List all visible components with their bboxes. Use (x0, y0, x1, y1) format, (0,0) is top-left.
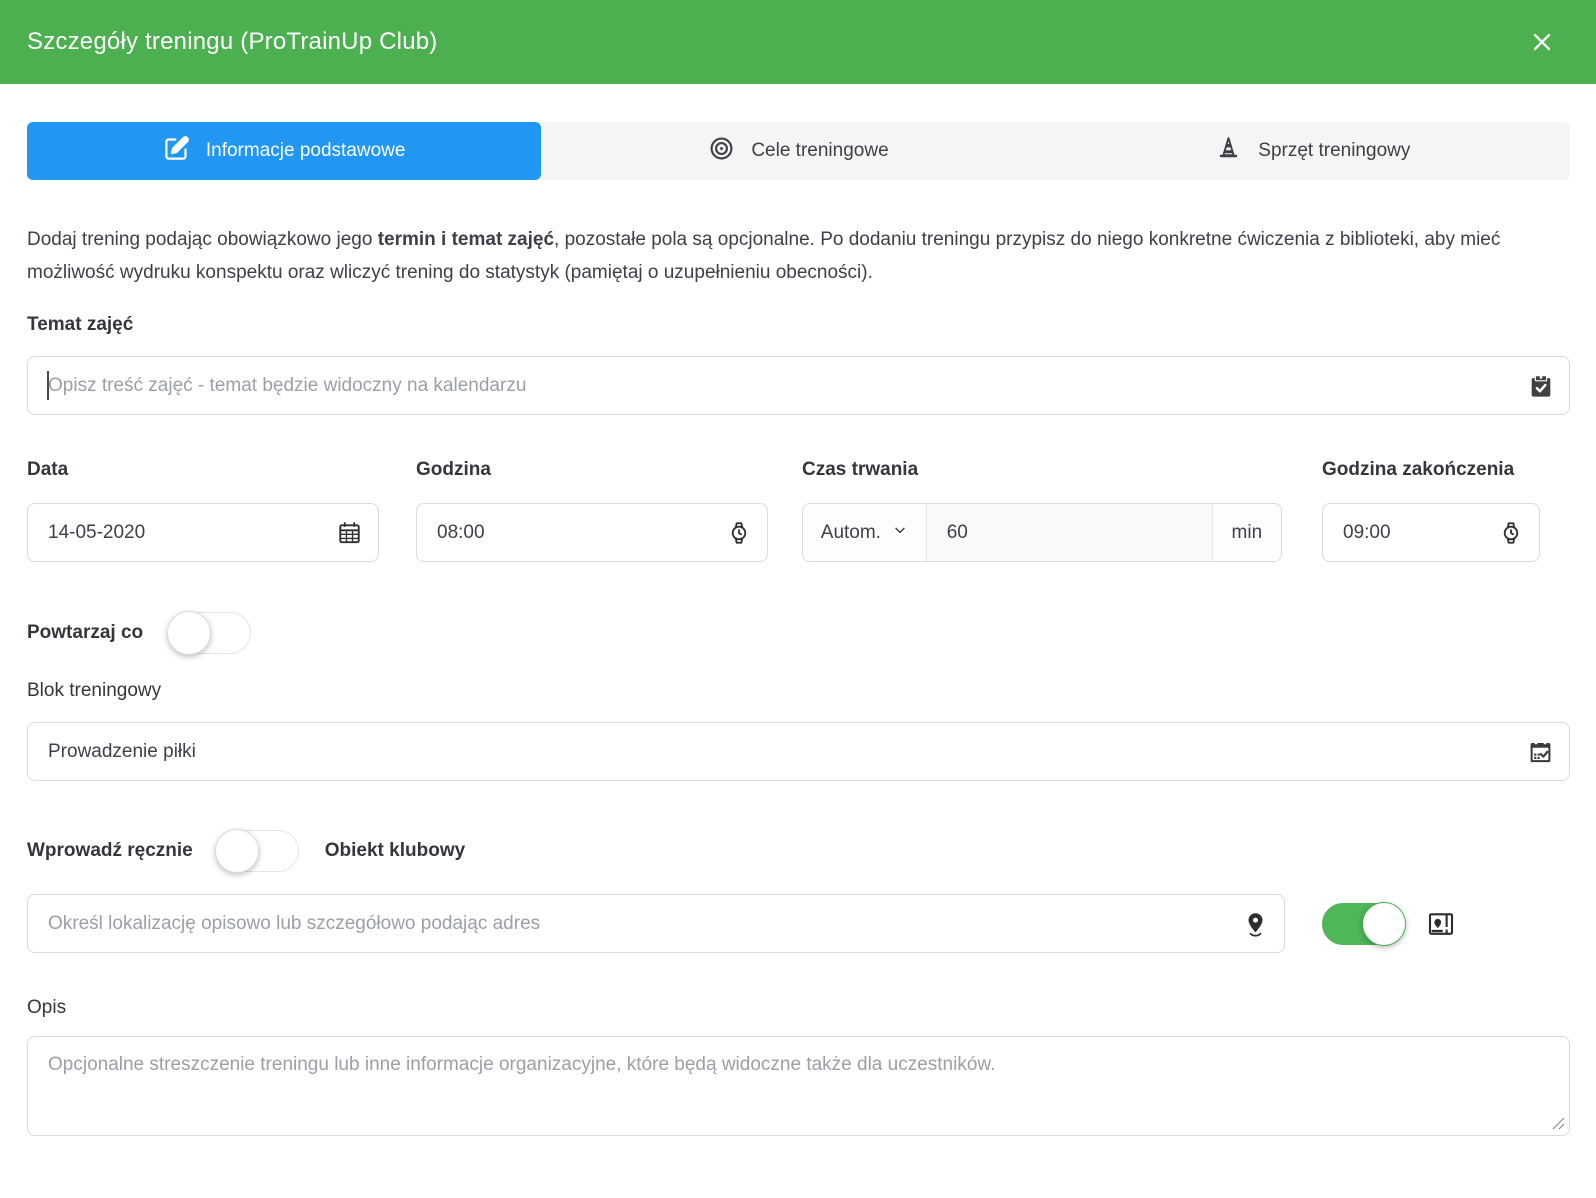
map-icon[interactable] (1426, 909, 1456, 939)
location-pin-icon[interactable] (1242, 910, 1269, 937)
duration-group: Autom. min (802, 503, 1282, 562)
club-facility-toggle[interactable] (1322, 903, 1404, 945)
manual-entry-toggle[interactable] (217, 830, 299, 872)
target-icon (708, 135, 735, 168)
location-mode-row: Wprowadź ręcznie Obiekt klubowy (27, 830, 1570, 872)
duration-field: Czas trwania Autom. min (802, 459, 1282, 562)
schedule-row: Data Godzina (27, 459, 1570, 562)
calendar-check-icon[interactable] (1527, 738, 1554, 765)
repeat-label: Powtarzaj co (27, 622, 143, 644)
clipboard-check-icon[interactable] (1528, 373, 1554, 399)
end-time-label: Godzina zakończenia (1322, 459, 1540, 481)
date-field: Data (27, 459, 379, 562)
topic-label: Temat zajęć (27, 314, 1570, 336)
end-time-field: Godzina zakończenia (1322, 459, 1540, 562)
repeat-row: Powtarzaj co (27, 612, 1570, 654)
date-input[interactable] (27, 503, 379, 562)
topic-input-wrap (27, 356, 1570, 415)
edit-icon (163, 135, 190, 168)
close-icon[interactable] (1530, 30, 1554, 54)
location-input[interactable] (27, 894, 1285, 953)
repeat-toggle[interactable] (169, 612, 251, 654)
description-wrap (27, 1036, 1570, 1136)
duration-unit: min (1213, 504, 1281, 561)
modal-body: Informacje podstawowe Cele treningowe (0, 122, 1596, 1136)
tab-informacje-podstawowe[interactable]: Informacje podstawowe (27, 122, 541, 180)
intro-bold: termin i temat zajęć (378, 229, 554, 250)
start-time-input[interactable] (416, 503, 768, 562)
toggle-knob (167, 611, 211, 655)
block-input[interactable] (27, 722, 1570, 781)
duration-label: Czas trwania (802, 459, 1282, 481)
tab-label: Sprzęt treningowy (1258, 140, 1410, 162)
duration-input[interactable] (927, 504, 1213, 561)
start-time-label: Godzina (416, 459, 768, 481)
tab-label: Cele treningowe (751, 140, 888, 162)
toggle-knob (1362, 902, 1406, 946)
resize-handle-icon[interactable] (1552, 1117, 1565, 1130)
tab-cele-treningowe[interactable]: Cele treningowe (541, 122, 1055, 180)
block-label: Blok treningowy (27, 680, 1570, 702)
watch-icon[interactable] (1498, 520, 1524, 546)
text-cursor (47, 371, 49, 400)
description-label: Opis (27, 997, 1570, 1019)
block-input-wrap (27, 722, 1570, 781)
intro-text: Dodaj trening podając obowiązkowo jego t… (27, 223, 1570, 289)
tab-label: Informacje podstawowe (206, 140, 406, 162)
modal-title: Szczegóły treningu (ProTrainUp Club) (27, 28, 437, 56)
tab-sprzet-treningowy[interactable]: Sprzęt treningowy (1056, 122, 1570, 180)
toggle-knob (215, 829, 259, 873)
calendar-icon[interactable] (336, 519, 363, 546)
start-time-field: Godzina (416, 459, 768, 562)
club-facility-label: Obiekt klubowy (325, 840, 465, 862)
modal-header: Szczegóły treningu (ProTrainUp Club) (0, 0, 1596, 84)
traffic-cone-icon (1215, 135, 1242, 168)
manual-entry-label: Wprowadź ręcznie (27, 840, 193, 862)
chevron-down-icon (892, 522, 908, 544)
watch-icon[interactable] (726, 520, 752, 546)
training-details-modal: Szczegóły treningu (ProTrainUp Club) Inf… (0, 0, 1596, 1198)
duration-mode-select[interactable]: Autom. (803, 504, 927, 561)
date-label: Data (27, 459, 379, 481)
location-input-wrap (27, 894, 1285, 953)
description-textarea[interactable] (27, 1036, 1570, 1136)
duration-mode-value: Autom. (821, 522, 881, 544)
topic-input[interactable] (27, 356, 1570, 415)
location-row (27, 894, 1570, 953)
tab-bar: Informacje podstawowe Cele treningowe (27, 122, 1570, 180)
